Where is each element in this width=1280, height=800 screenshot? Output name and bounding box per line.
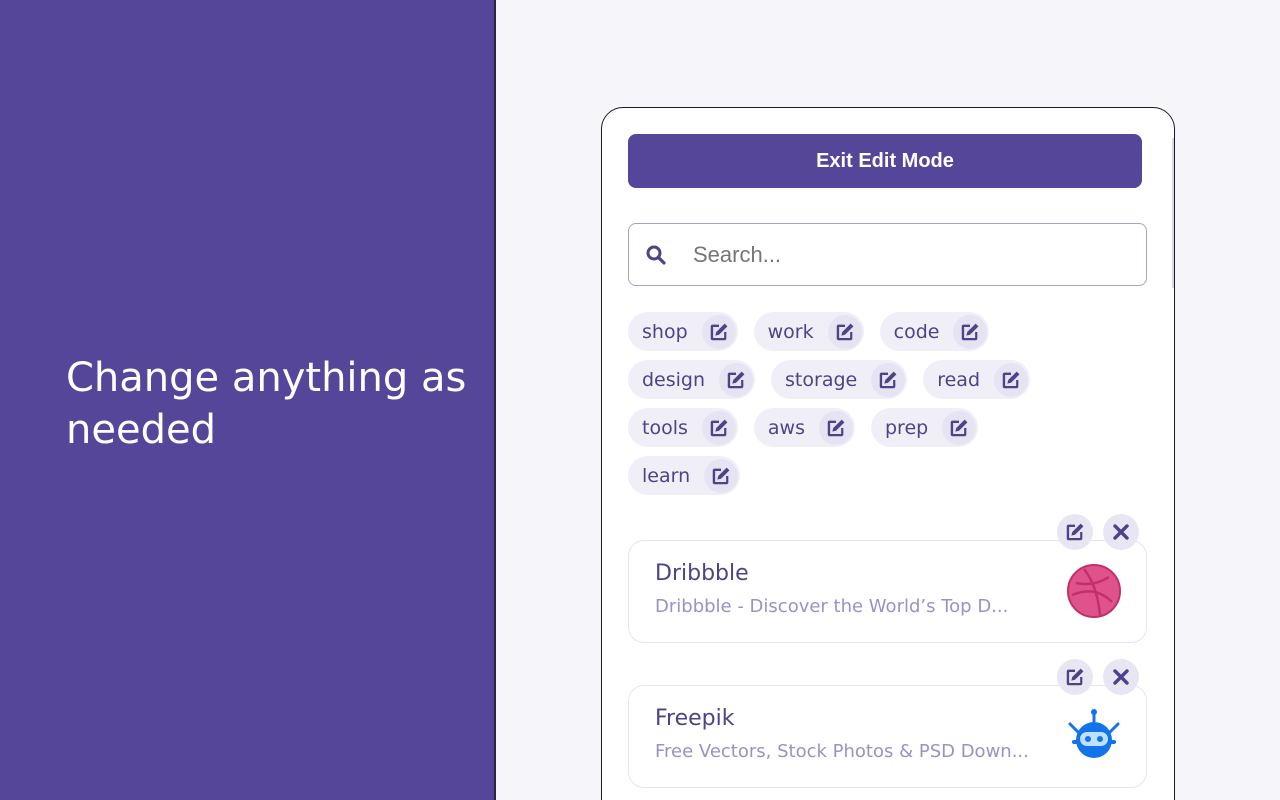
exit-edit-mode-button[interactable]: Exit Edit Mode (628, 134, 1142, 188)
extension-popup: Exit Edit Mode shop work code (601, 107, 1175, 800)
tag-label: tools (642, 416, 688, 439)
bookmark-card-dribbble[interactable]: Dribbble Dribbble - Discover the World’s… (628, 540, 1147, 643)
edit-icon (712, 467, 730, 484)
edit-tag-button[interactable] (942, 410, 977, 445)
bookmark-card-freepik[interactable]: Freepik Free Vectors, Stock Photos & PSD… (628, 685, 1147, 788)
edit-icon (827, 419, 845, 436)
edit-icon (1002, 371, 1020, 388)
scrollbar[interactable] (1172, 138, 1174, 288)
tag-label: read (937, 368, 981, 391)
freepik-logo-icon (1068, 709, 1120, 758)
dribbble-logo-icon (1067, 564, 1121, 618)
bookmark-description: Dribbble - Discover the World’s Top D... (655, 596, 1009, 617)
promo-panel: Change anything as needed (0, 0, 494, 800)
tag-chip-design[interactable]: design (628, 360, 756, 399)
edit-icon (950, 419, 968, 436)
close-icon (1113, 669, 1129, 685)
edit-tag-button[interactable] (827, 314, 862, 349)
edit-tag-button[interactable] (704, 458, 739, 493)
edit-icon (962, 323, 979, 340)
tag-row: design storage read (628, 360, 1158, 399)
edit-tag-button[interactable] (818, 410, 853, 445)
tag-chip-learn[interactable]: learn (628, 456, 741, 495)
tag-chip-read[interactable]: read (923, 360, 1031, 399)
tag-label: prep (884, 416, 929, 439)
edit-bookmark-button[interactable] (1057, 659, 1093, 695)
edit-icon (727, 371, 745, 388)
tag-label: code (893, 320, 940, 343)
tag-chip-work[interactable]: work (753, 312, 864, 351)
tag-list: shop work code design storage read tools… (628, 312, 1158, 504)
edit-tag-button[interactable] (871, 362, 906, 397)
bookmark-actions (1057, 659, 1139, 695)
edit-bookmark-button[interactable] (1057, 514, 1093, 550)
close-icon (1113, 524, 1129, 540)
tag-chip-aws[interactable]: aws (753, 408, 855, 447)
tag-label: work (767, 320, 814, 343)
tag-row: tools aws prep (628, 408, 1158, 447)
tag-chip-shop[interactable]: shop (628, 312, 738, 351)
tag-chip-storage[interactable]: storage (771, 360, 908, 399)
tag-row: shop work code (628, 312, 1158, 351)
tag-label: shop (642, 320, 688, 343)
tag-label: aws (767, 416, 805, 439)
tag-chip-tools[interactable]: tools (628, 408, 738, 447)
edit-tag-button[interactable] (994, 362, 1029, 397)
promo-tagline: Change anything as needed (66, 355, 467, 453)
edit-tag-button[interactable] (953, 314, 988, 349)
edit-icon (1066, 523, 1084, 541)
edit-icon (1066, 668, 1084, 686)
edit-icon (836, 323, 854, 340)
edit-tag-button[interactable] (701, 314, 736, 349)
tag-label: storage (785, 368, 858, 391)
bookmark-title: Freepik (655, 706, 735, 731)
edit-icon (710, 419, 728, 436)
edit-icon (879, 371, 897, 388)
tag-row: learn (628, 456, 1158, 495)
search-icon (645, 244, 667, 266)
tag-chip-code[interactable]: code (879, 312, 990, 351)
search-input[interactable] (693, 241, 1113, 268)
delete-bookmark-button[interactable] (1103, 659, 1139, 695)
bookmark-description: Free Vectors, Stock Photos & PSD Down... (655, 741, 1029, 762)
tag-label: design (642, 368, 706, 391)
tag-label: learn (642, 464, 691, 487)
bookmark-actions (1057, 514, 1139, 550)
edit-tag-button[interactable] (719, 362, 754, 397)
search-box[interactable] (628, 223, 1147, 286)
edit-icon (710, 323, 728, 340)
edit-tag-button[interactable] (701, 410, 736, 445)
tag-chip-prep[interactable]: prep (870, 408, 979, 447)
delete-bookmark-button[interactable] (1103, 514, 1139, 550)
bookmark-title: Dribbble (655, 561, 749, 586)
